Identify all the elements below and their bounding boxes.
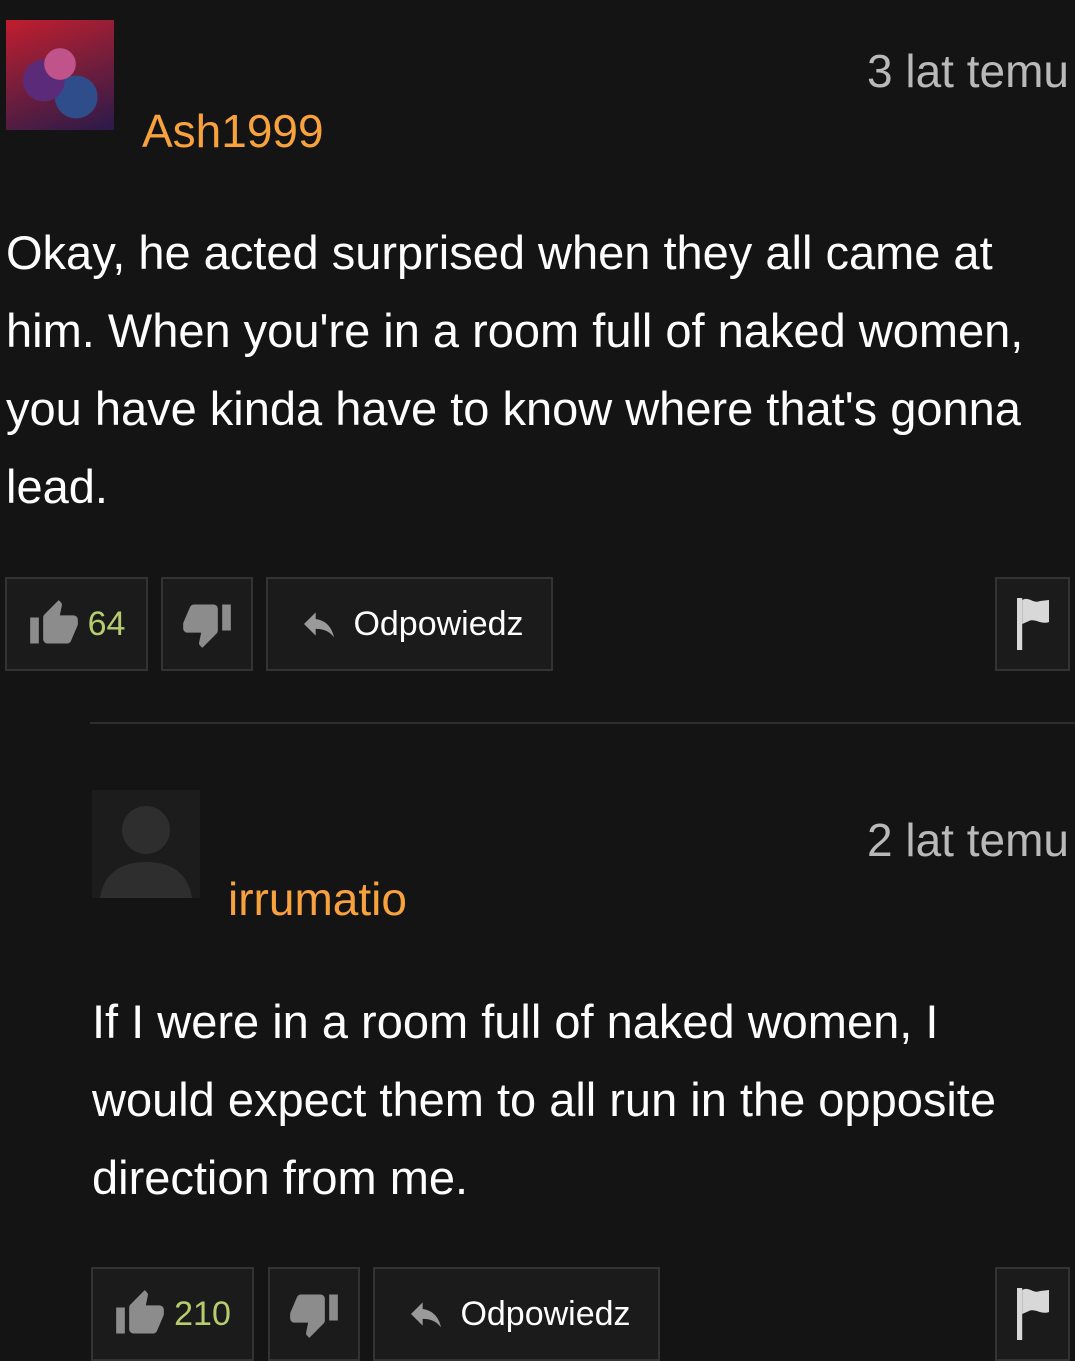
thumbs-down-icon: [290, 1294, 338, 1338]
comment-body: Okay, he acted surprised when they all c…: [6, 226, 1024, 513]
like-button[interactable]: 210: [91, 1267, 254, 1361]
thumbs-up-icon: [29, 600, 78, 644]
dislike-button[interactable]: [161, 577, 253, 671]
reply-label: Odpowiedz: [353, 604, 524, 643]
flag-icon: [1016, 598, 1049, 650]
like-count: 210: [174, 1294, 231, 1333]
comment-username[interactable]: Ash1999: [142, 104, 324, 158]
comment-body: If I were in a room full of naked women,…: [92, 995, 996, 1204]
reply-arrow-icon: [411, 1302, 442, 1328]
comment-timestamp: 2 lat temu: [867, 814, 1069, 866]
thumbs-down-icon: [183, 604, 231, 648]
comment-timestamp: 3 lat temu: [867, 45, 1069, 97]
dislike-button[interactable]: [268, 1267, 360, 1361]
flag-icon: [1016, 1288, 1049, 1340]
comment-username[interactable]: irrumatio: [228, 872, 407, 926]
like-button[interactable]: 64: [5, 577, 148, 671]
like-count: 64: [87, 604, 126, 643]
reply-button[interactable]: Odpowiedz: [373, 1267, 660, 1361]
reply-arrow-icon: [304, 612, 335, 638]
reply-label: Odpowiedz: [460, 1294, 631, 1333]
reply-button[interactable]: Odpowiedz: [266, 577, 553, 671]
user-silhouette-icon: [100, 806, 192, 898]
thumbs-up-icon: [116, 1290, 164, 1334]
flag-button[interactable]: [995, 577, 1070, 671]
user-avatar[interactable]: [92, 790, 200, 898]
comment-divider: [90, 722, 1075, 724]
user-avatar[interactable]: [6, 20, 114, 130]
flag-button[interactable]: [995, 1267, 1070, 1361]
